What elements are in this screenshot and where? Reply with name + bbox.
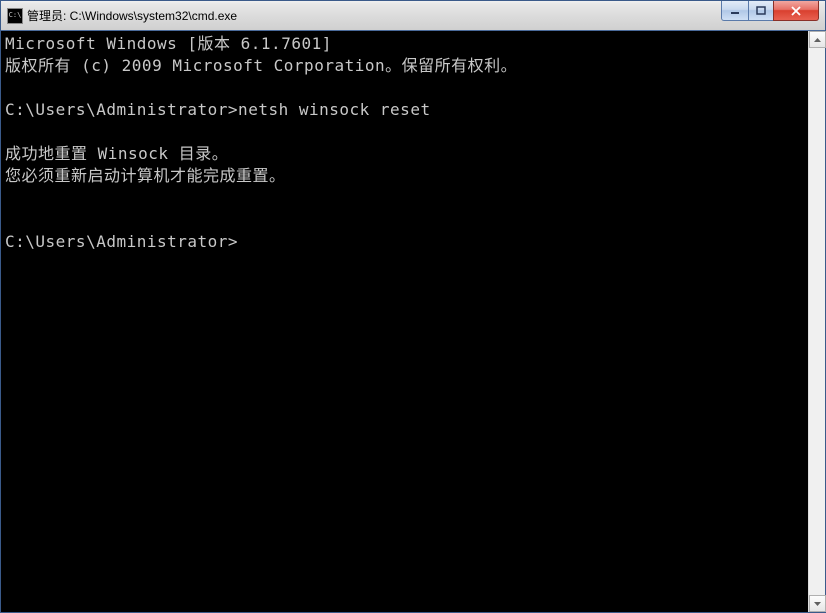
close-icon — [790, 6, 802, 16]
chevron-down-icon — [814, 602, 821, 606]
close-button[interactable] — [773, 1, 819, 21]
scroll-track[interactable] — [809, 48, 825, 595]
chevron-up-icon — [814, 38, 821, 42]
maximize-button[interactable] — [748, 1, 774, 21]
window-controls — [722, 1, 825, 30]
vertical-scrollbar[interactable] — [808, 31, 825, 612]
minimize-button[interactable] — [721, 1, 749, 21]
maximize-icon — [756, 6, 766, 16]
window-title: 管理员: C:\Windows\system32\cmd.exe — [27, 7, 722, 24]
terminal-area: Microsoft Windows [版本 6.1.7601] 版权所有 (c)… — [1, 31, 825, 612]
terminal-output[interactable]: Microsoft Windows [版本 6.1.7601] 版权所有 (c)… — [1, 31, 808, 612]
cmd-icon: C:\ — [7, 8, 23, 24]
scroll-down-button[interactable] — [809, 595, 826, 612]
cmd-window: C:\ 管理员: C:\Windows\system32\cmd.exe Mic… — [0, 0, 826, 613]
scroll-up-button[interactable] — [809, 31, 826, 48]
cmd-icon-text: C:\ — [9, 12, 22, 19]
titlebar[interactable]: C:\ 管理员: C:\Windows\system32\cmd.exe — [1, 1, 825, 31]
minimize-icon — [730, 6, 740, 16]
